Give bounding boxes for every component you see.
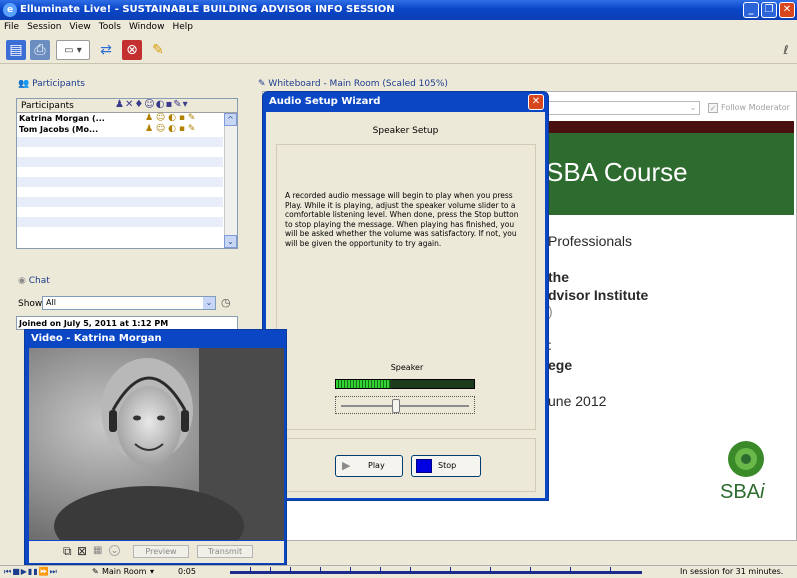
participant-status-icons[interactable]: ♟✕♦☺◐▪✎▾ [115,99,189,110]
lightbulb-icon[interactable]: ℓ [778,40,794,60]
slide-line: the [548,269,569,285]
wizard-instructions: A recorded audio message will begin to p… [285,191,519,248]
load-content-icon[interactable]: ⇄ [96,40,116,60]
window-title: Elluminate Live! - SUSTAINABLE BUILDING … [20,4,395,15]
participants-list: Participants ♟✕♦☺◐▪✎▾ Katrina Morgan (..… [16,98,238,249]
speaker-level-meter [335,379,475,389]
stop-button[interactable]: Stop [411,455,481,477]
menu-file[interactable]: File [0,20,23,34]
elluminate-app-icon: e [3,3,17,17]
video-size-icon[interactable]: ⧉ [63,544,72,559]
menu-session[interactable]: Session [23,20,65,34]
chat-filter-select[interactable]: All ⌄ [42,296,216,310]
speaker-level-fill [336,380,390,388]
pencil-icon: ✎ [258,79,266,89]
chevron-down-icon[interactable]: ▾ [150,567,154,576]
window-titlebar: e Elluminate Live! - SUSTAINABLE BUILDIN… [0,0,797,20]
sba-logo: SBAi [716,437,776,509]
slide-line: une 2012 [548,393,607,409]
scroll-up-icon[interactable]: ^ [224,113,237,126]
video-fit-icon[interactable]: ⊠ [77,544,87,558]
video-title: Video - Katrina Morgan [31,333,162,344]
participants-scrollbar[interactable]: ^ ⌄ [224,113,237,248]
notes-icon[interactable]: ✎ [148,40,168,60]
transmit-button[interactable]: Transmit [197,545,253,558]
chat-show-label: Show [18,299,43,309]
timeline-track[interactable] [230,567,642,574]
layout-dropdown[interactable]: ▭ ▾ [56,40,90,60]
wizard-section-title: Speaker Setup [372,126,439,136]
playback-controls[interactable]: ⏮■▶▮▮⏩⏭ [4,567,58,577]
speaker-volume-slider[interactable] [335,396,475,414]
close-button[interactable]: ✕ [779,2,795,18]
play-icon: ▶ [342,459,351,472]
video-settings-icon[interactable]: ▦ [93,545,102,556]
menu-bar: File Session View Tools Window Help [0,20,797,35]
participants-icon: 👥 [18,79,30,89]
menu-help[interactable]: Help [168,20,197,34]
session-duration: In session for 31 minutes. [680,567,784,576]
participants-table-header: Participants ♟✕♦☺◐▪✎▾ [17,99,237,113]
scroll-down-icon[interactable]: ⌄ [224,235,237,248]
status-bar: ⏮■▶▮▮⏩⏭ ✎ Main Room ▾ 0:05 In session fo… [0,565,797,578]
chevron-down-icon[interactable]: ⌄ [109,545,120,556]
video-feed [29,348,284,540]
whiteboard-header: ✎ Whiteboard - Main Room (Scaled 105%) [258,79,448,89]
play-button[interactable]: ▶ Play [335,455,403,477]
slider-thumb[interactable] [392,399,401,413]
stop-icon [416,459,432,473]
wizard-title: Audio Setup Wizard [269,96,381,107]
preview-button[interactable]: Preview [133,545,189,558]
wizard-button-panel: ▶ Play Stop [276,438,536,492]
slide-line: Professionals [548,233,633,249]
follow-moderator-checkbox[interactable]: ✓ [708,103,718,113]
sba-logo-text: SBAi [720,481,765,503]
participant-tools-icon: ♟ ☺ ◐ ▪ ✎ [145,113,196,123]
menu-tools[interactable]: Tools [95,20,125,34]
follow-moderator-label: Follow Moderator [721,103,790,112]
chat-message: Joined on July 5, 2011 at 1:12 PM [19,319,169,328]
video-window: Video - Katrina Morgan ⧉ ⊠ ▦ ⌄ Preview T… [24,329,287,565]
disconnect-icon[interactable]: ⊗ [122,40,142,60]
chat-header: ◉ Chat [18,276,50,286]
participants-column-header[interactable]: Participants [21,101,74,111]
slide-line: ege [548,357,573,373]
video-controls: ⧉ ⊠ ▦ ⌄ Preview Transmit [29,541,284,563]
clock-icon[interactable]: ◷ [221,296,231,309]
pencil-icon: ✎ [92,567,99,576]
print-icon[interactable]: ⎙ [30,40,50,60]
save-icon[interactable]: ▤ [6,40,26,60]
chat-log: Joined on July 5, 2011 at 1:12 PM [16,316,238,330]
main-toolbar: ▤ ⎙ ▭ ▾ ⇄ ⊗ ✎ ℓ [0,36,797,64]
whiteboard-page-select[interactable]: ⌄ [548,101,700,115]
playback-time: 0:05 [178,567,196,576]
chat-icon: ◉ [18,276,26,286]
minimize-button[interactable]: _ [743,2,759,18]
participant-tools-icon: ♟ ☺ ◐ ▪ ✎ [145,124,196,134]
audio-setup-wizard-dialog: Audio Setup Wizard ✕ Speaker Setup A rec… [262,91,549,501]
wizard-close-button[interactable]: ✕ [528,94,544,110]
slide-title: SBA Course [546,157,688,187]
slider-track [341,405,469,407]
participants-header: 👥 Participants [18,79,85,89]
menu-window[interactable]: Window [125,20,169,34]
menu-view[interactable]: View [65,20,94,34]
wizard-body: Speaker Setup A recorded audio message w… [266,112,545,498]
speaker-label: Speaker [390,363,424,372]
room-selector[interactable]: Main Room [102,567,146,576]
chevron-down-icon[interactable]: ⌄ [687,102,699,114]
chevron-down-icon[interactable]: ⌄ [203,297,215,309]
maximize-button[interactable]: ❐ [761,2,777,18]
wizard-content-panel: A recorded audio message will begin to p… [276,144,536,430]
slide-line: dvisor Institute [548,287,649,303]
